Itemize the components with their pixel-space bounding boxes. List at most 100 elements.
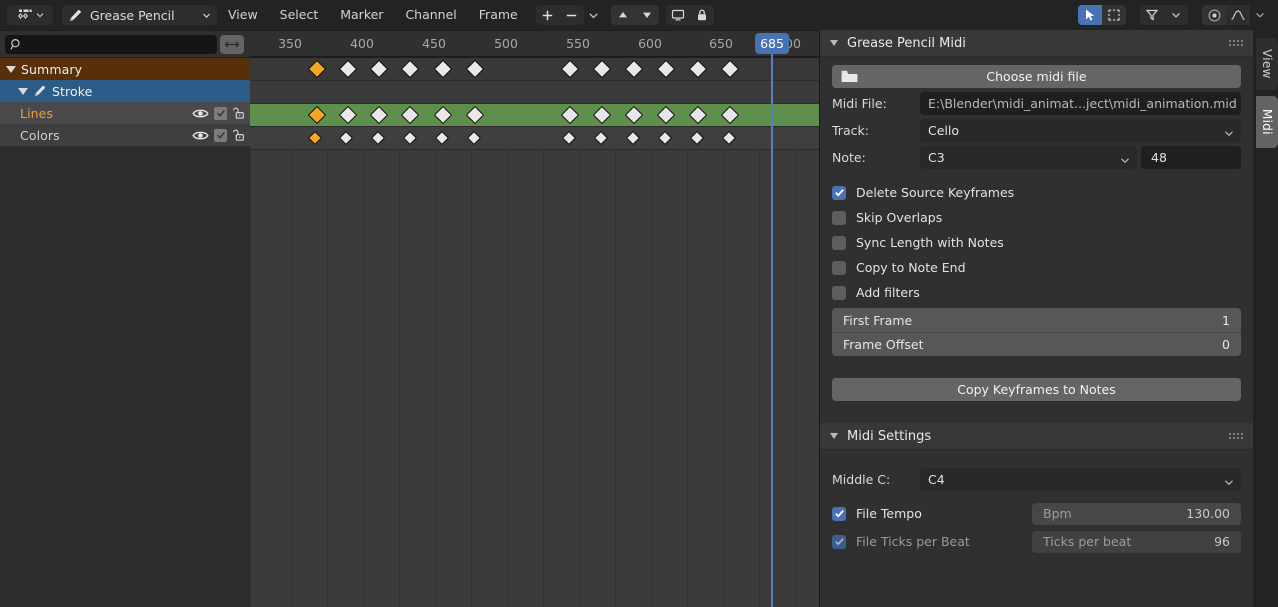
- sync-visible-range-button[interactable]: [665, 5, 690, 25]
- keyframe[interactable]: [465, 105, 485, 125]
- keyframe[interactable]: [560, 59, 580, 79]
- keyframe[interactable]: [689, 130, 705, 146]
- channel-stroke[interactable]: Stroke: [0, 80, 250, 102]
- keyframe[interactable]: [688, 59, 708, 79]
- proportional-falloff-button[interactable]: [1226, 5, 1250, 25]
- copy-keyframes-to-notes-button[interactable]: Copy Keyframes to Notes: [832, 378, 1241, 401]
- tab-midi[interactable]: Midi: [1256, 96, 1278, 148]
- channel-colors-enable-checkbox[interactable]: [214, 128, 227, 142]
- keyframe[interactable]: [561, 130, 577, 146]
- keyframe[interactable]: [592, 105, 612, 125]
- keyframe[interactable]: [433, 105, 453, 125]
- middle-c-dropdown[interactable]: C4: [920, 468, 1241, 491]
- copy-to-note-end-checkbox[interactable]: Copy to Note End: [832, 255, 1241, 280]
- keyframe[interactable]: [688, 105, 708, 125]
- channel-colors[interactable]: Colors: [0, 124, 250, 146]
- frame-offset-slider[interactable]: Frame Offset 0: [832, 332, 1241, 356]
- keyframe-options-dropdown[interactable]: [584, 5, 604, 25]
- keyframe[interactable]: [657, 130, 673, 146]
- keyframe[interactable]: [338, 59, 358, 79]
- menu-select[interactable]: Select: [269, 0, 330, 30]
- search-input[interactable]: [5, 34, 217, 54]
- keyframe[interactable]: [307, 105, 327, 125]
- keyframe[interactable]: [720, 59, 740, 79]
- note-dropdown[interactable]: C3: [920, 146, 1137, 169]
- keyframe[interactable]: [656, 105, 676, 125]
- panel-drag-handle[interactable]: [1229, 40, 1243, 46]
- choose-midi-file-button[interactable]: Choose midi file: [832, 65, 1241, 88]
- add-keyframe-button[interactable]: [535, 5, 560, 25]
- mode-selector[interactable]: Grease Pencil: [62, 5, 217, 25]
- keyframe[interactable]: [592, 59, 612, 79]
- timeline-ruler[interactable]: 350 400 450 500 550 600 650 00 685: [250, 31, 820, 57]
- sync-length-with-notes-checkbox[interactable]: Sync Length with Notes: [832, 230, 1241, 255]
- invert-filter-button[interactable]: [220, 34, 244, 54]
- file-tempo-checkbox[interactable]: File Tempo: [832, 506, 1032, 521]
- panel-header-grease-pencil-midi[interactable]: Grease Pencil Midi: [820, 30, 1253, 57]
- add-filters-checkbox[interactable]: Add filters: [832, 280, 1241, 305]
- keyframe[interactable]: [400, 59, 420, 79]
- keyframe-row-stroke[interactable]: [250, 81, 820, 103]
- keyframe[interactable]: [625, 130, 641, 146]
- ticks-per-beat-field[interactable]: Ticks per beat 96: [1032, 530, 1241, 553]
- keyframe-grid[interactable]: [250, 58, 820, 607]
- keyframe[interactable]: [721, 130, 737, 146]
- keyframe[interactable]: [369, 105, 389, 125]
- menu-view[interactable]: View: [217, 0, 269, 30]
- keyframe[interactable]: [433, 59, 453, 79]
- keyframe[interactable]: [307, 130, 323, 146]
- keyframe[interactable]: [593, 130, 609, 146]
- eye-icon[interactable]: [192, 107, 209, 120]
- track-dropdown[interactable]: Cello: [920, 119, 1241, 142]
- unlock-icon[interactable]: [232, 128, 246, 142]
- keyframe[interactable]: [434, 130, 450, 146]
- keyframe[interactable]: [402, 130, 418, 146]
- menu-channel[interactable]: Channel: [394, 0, 467, 30]
- keyframe[interactable]: [720, 105, 740, 125]
- keyframe[interactable]: [369, 59, 389, 79]
- current-frame-indicator[interactable]: 685: [755, 33, 789, 54]
- keyframe-row-summary[interactable]: [250, 58, 820, 80]
- keyframe[interactable]: [370, 130, 386, 146]
- note-number-input[interactable]: 48: [1141, 146, 1241, 169]
- keyframe[interactable]: [465, 59, 485, 79]
- midi-file-input[interactable]: E:\Blender\midi_animat...ject\midi_anima…: [920, 92, 1241, 115]
- keyframe[interactable]: [560, 105, 580, 125]
- playhead[interactable]: [771, 58, 773, 607]
- remove-keyframe-button[interactable]: [559, 5, 584, 25]
- filter-dropdown[interactable]: [1164, 5, 1188, 25]
- skip-overlaps-checkbox[interactable]: Skip Overlaps: [832, 205, 1241, 230]
- keyframe[interactable]: [338, 105, 358, 125]
- editor-type-selector[interactable]: [7, 5, 53, 25]
- unlock-icon[interactable]: [232, 106, 246, 120]
- delete-source-keyframes-checkbox[interactable]: Delete Source Keyframes: [832, 180, 1241, 205]
- first-frame-slider[interactable]: First Frame 1: [832, 308, 1241, 332]
- proportional-editing-toggle[interactable]: [1202, 5, 1226, 25]
- file-ticks-per-beat-checkbox[interactable]: File Ticks per Beat: [832, 534, 1032, 549]
- channel-lines[interactable]: Lines: [0, 102, 250, 124]
- lock-to-scene-button[interactable]: [689, 5, 714, 25]
- keyframe[interactable]: [624, 59, 644, 79]
- proportional-falloff-dropdown[interactable]: [1250, 5, 1270, 25]
- panel-header-midi-settings[interactable]: Midi Settings: [820, 423, 1253, 450]
- keyframe[interactable]: [624, 105, 644, 125]
- panel-drag-handle[interactable]: [1229, 433, 1243, 439]
- channel-summary[interactable]: Summary: [0, 58, 250, 80]
- keyframe[interactable]: [307, 59, 327, 79]
- keyframe[interactable]: [338, 130, 354, 146]
- keyframe[interactable]: [466, 130, 482, 146]
- menu-frame[interactable]: Frame: [468, 0, 529, 30]
- menu-marker[interactable]: Marker: [329, 0, 394, 30]
- channel-lines-enable-checkbox[interactable]: [214, 106, 227, 120]
- keyframe-row-colors[interactable]: [250, 127, 820, 149]
- select-cursor-tool[interactable]: [1078, 5, 1102, 25]
- box-select-tool[interactable]: [1102, 5, 1126, 25]
- tab-view[interactable]: View: [1256, 38, 1278, 90]
- eye-icon[interactable]: [192, 129, 209, 142]
- bpm-field[interactable]: Bpm 130.00: [1032, 502, 1241, 525]
- keyframe-row-lines[interactable]: [250, 104, 820, 126]
- keyframe[interactable]: [656, 59, 676, 79]
- move-down-button[interactable]: [634, 5, 659, 25]
- keyframe[interactable]: [400, 105, 420, 125]
- filter-button[interactable]: [1140, 5, 1164, 25]
